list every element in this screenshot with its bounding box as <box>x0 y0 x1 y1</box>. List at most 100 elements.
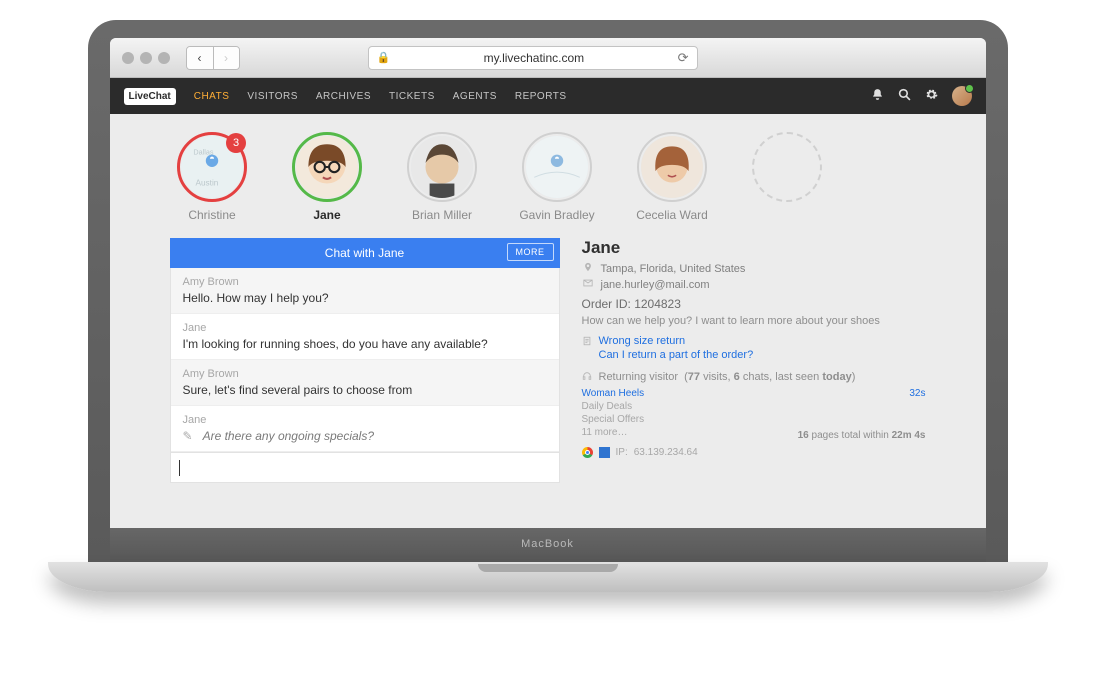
headset-icon <box>582 371 592 384</box>
visitor-name: Jane <box>313 208 340 222</box>
visitor-name: Cecelia Ward <box>636 208 708 222</box>
visitor-gavin[interactable]: Gavin Bradley <box>515 132 600 222</box>
typing-text: Are there any ongoing specials? <box>203 429 374 443</box>
chrome-icon <box>582 447 593 458</box>
more-pages[interactable]: 11 more… <box>582 427 628 441</box>
visitor-name: Brian Miller <box>412 208 472 222</box>
forward-button[interactable]: › <box>213 47 239 69</box>
avatar-person <box>296 136 358 198</box>
empty <box>756 136 818 198</box>
message-composer[interactable] <box>170 453 560 483</box>
menu-item-chats[interactable]: CHATS <box>194 91 230 102</box>
laptop-base <box>48 562 1048 592</box>
order-id: 1204823 <box>634 297 681 311</box>
logo[interactable]: LiveChat <box>124 88 176 105</box>
avatar <box>522 132 592 202</box>
current-user-avatar[interactable] <box>952 86 972 106</box>
avatar: AustinDallas 3 <box>177 132 247 202</box>
visitor-name: Gavin Bradley <box>519 208 594 222</box>
visitor-jane[interactable]: Jane <box>285 132 370 222</box>
help-question: How can we help you? I want to learn mor… <box>582 315 926 327</box>
visits-line: Returning visitor (77 visits, 6 chats, l… <box>582 371 926 384</box>
menu-item-tickets[interactable]: TICKETS <box>389 91 435 102</box>
address-bar[interactable]: 🔒 my.livechatinc.com ⟳ <box>368 46 698 70</box>
ip-value: 63.139.234.64 <box>634 447 698 458</box>
screen-bezel: ‹ › 🔒 my.livechatinc.com ⟳ LiveChat CHAT… <box>88 20 1008 562</box>
page-title: Daily Deals <box>582 401 633 412</box>
avatar <box>292 132 362 202</box>
menu-item-reports[interactable]: REPORTS <box>515 91 567 102</box>
avatar-person <box>641 136 703 198</box>
help-link[interactable]: Wrong size return <box>599 335 754 347</box>
top-nav: LiveChat CHATS VISITORS ARCHIVES TICKETS… <box>110 78 986 114</box>
page-row[interactable]: Special Offers <box>582 414 926 425</box>
app: LiveChat CHATS VISITORS ARCHIVES TICKETS… <box>110 78 986 528</box>
message-text: Hello. How may I help you? <box>183 291 547 305</box>
email-text: jane.hurley@mail.com <box>601 279 710 291</box>
pencil-icon: ✎ <box>183 429 193 443</box>
pages-total: 16 pages total within 22m 4s <box>798 430 926 441</box>
visitor-status: Returning visitor <box>599 371 678 383</box>
unread-badge: 3 <box>226 133 246 153</box>
menu-item-agents[interactable]: AGENTS <box>453 91 497 102</box>
page-row[interactable]: Woman Heels 32s <box>582 388 926 399</box>
help-link[interactable]: Can I return a part of the order? <box>599 349 754 361</box>
visitor-details: Jane Tampa, Florida, United States <box>582 238 926 483</box>
bell-icon[interactable] <box>871 88 884 104</box>
location-line: Tampa, Florida, United States <box>582 262 926 275</box>
ip-line: IP: 63.139.234.64 <box>582 447 926 458</box>
message-author: Amy Brown <box>183 276 547 288</box>
typing-author: Jane <box>183 414 547 426</box>
window-controls <box>122 52 170 64</box>
menu-item-visitors[interactable]: VISITORS <box>247 91 298 102</box>
page-title: Woman Heels <box>582 388 645 399</box>
visitor-christine[interactable]: AustinDallas 3 Christine <box>170 132 255 222</box>
visitor-brian[interactable]: Brian Miller <box>400 132 485 222</box>
message: Amy Brown Sure, let's find several pairs… <box>171 360 559 406</box>
screen: ‹ › 🔒 my.livechatinc.com ⟳ LiveChat CHAT… <box>110 38 986 528</box>
pages-summary-row: 11 more… 16 pages total within 22m 4s <box>582 427 926 441</box>
pin-icon <box>582 262 594 275</box>
avatar-map <box>526 136 588 198</box>
visitor-empty-slot[interactable] <box>745 132 830 208</box>
visitor-cecelia[interactable]: Cecelia Ward <box>630 132 715 222</box>
message-author: Amy Brown <box>183 368 547 380</box>
more-button[interactable]: MORE <box>507 243 554 261</box>
text-cursor <box>179 460 180 476</box>
avatar-empty <box>752 132 822 202</box>
search-icon[interactable] <box>898 88 911 104</box>
visitors-row: AustinDallas 3 Christine <box>170 132 926 222</box>
visitor-title: Jane <box>582 238 926 258</box>
page-time: 32s <box>909 388 925 399</box>
help-links: Wrong size return Can I return a part of… <box>582 335 926 361</box>
reload-icon[interactable]: ⟳ <box>678 50 689 66</box>
email-line: jane.hurley@mail.com <box>582 278 926 291</box>
back-button[interactable]: ‹ <box>187 47 213 69</box>
device-brand: MacBook <box>110 528 986 550</box>
menu-item-archives[interactable]: ARCHIVES <box>316 91 371 102</box>
page-title: Special Offers <box>582 414 645 425</box>
order-label: Order ID: <box>582 297 631 311</box>
location-text: Tampa, Florida, United States <box>601 263 746 275</box>
message-author: Jane <box>183 322 547 334</box>
content: AustinDallas 3 Christine <box>110 114 986 528</box>
messages: Amy Brown Hello. How may I help you? Jan… <box>170 268 560 453</box>
window-dot[interactable] <box>122 52 134 64</box>
svg-text:Dallas: Dallas <box>193 148 213 157</box>
chat-panel: Chat with Jane MORE Amy Brown Hello. How… <box>170 238 560 483</box>
mail-icon <box>582 278 594 291</box>
visitor-name: Christine <box>188 208 235 222</box>
window-dot[interactable] <box>158 52 170 64</box>
pages-list: Woman Heels 32s Daily Deals Special Offe… <box>582 388 926 441</box>
message-text: Sure, let's find several pairs to choose… <box>183 383 547 397</box>
top-nav-right <box>871 86 972 106</box>
ip-label: IP: <box>616 447 628 458</box>
page-row[interactable]: Daily Deals <box>582 401 926 412</box>
url-text: my.livechatinc.com <box>396 51 671 65</box>
workspace: Chat with Jane MORE Amy Brown Hello. How… <box>170 238 926 483</box>
typing-indicator: Jane ✎ Are there any ongoing specials? <box>171 406 559 452</box>
gear-icon[interactable] <box>925 88 938 104</box>
chat-header-title: Chat with Jane <box>325 246 404 260</box>
window-dot[interactable] <box>140 52 152 64</box>
nav-buttons: ‹ › <box>186 46 240 70</box>
